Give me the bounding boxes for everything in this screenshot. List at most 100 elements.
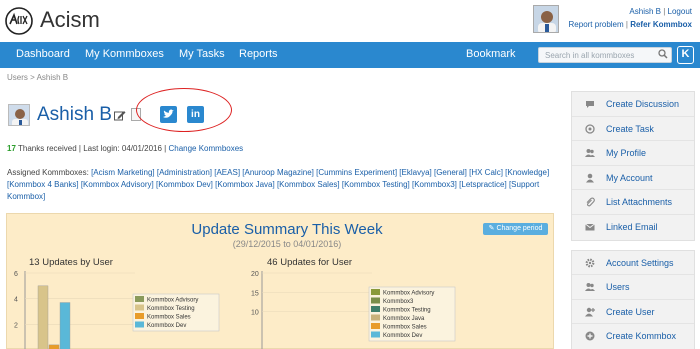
profile-avatar <box>8 104 30 126</box>
annotation-oval <box>136 88 232 132</box>
user-photo[interactable] <box>533 5 559 33</box>
assigned-kommbox-link[interactable]: [Knowledge] <box>505 168 549 177</box>
target-icon <box>585 123 595 134</box>
assigned-kommbox-link[interactable]: [Administration] <box>157 168 212 177</box>
chart-legend-label: Kommbox Sales <box>147 315 191 321</box>
sidebar-item-linked-email[interactable]: Linked Email <box>572 215 694 240</box>
assigned-list: [Acism Marketing] [Administration] [AEAS… <box>7 168 549 201</box>
assigned-kommbox-link[interactable]: [Anuroop Magazine] <box>242 168 314 177</box>
sidebar-group-admin: Account Settings Users Create User Creat… <box>571 249 695 349</box>
email-icon <box>585 223 595 231</box>
kommbox-k-icon[interactable]: K <box>677 46 694 64</box>
sidebar-item-create-discussion[interactable]: Create Discussion <box>572 92 694 117</box>
assigned-kommbox-link[interactable]: [Kommbox Java] <box>215 180 275 189</box>
assigned-kommbox-link[interactable]: [AEAS] <box>214 168 240 177</box>
refer-kommbox-link[interactable]: Refer Kommbox <box>630 20 692 29</box>
report-problem-link[interactable]: Report problem <box>569 20 624 29</box>
breadcrumb: Users > Ashish B <box>7 73 69 82</box>
sidebar-item-label: Create Task <box>606 123 654 134</box>
search-input[interactable]: Search in all kommboxes <box>538 47 672 63</box>
main-nav: Dashboard My Kommboxes My Tasks Reports … <box>0 42 700 68</box>
chart-bar <box>48 344 60 349</box>
sidebar-item-label: My Profile <box>606 148 647 159</box>
change-kommboxes-link[interactable]: Change Kommboxes <box>168 144 243 153</box>
chart-legend-swatch <box>371 323 380 329</box>
assigned-kommbox-link[interactable]: [HX Calc] <box>469 168 503 177</box>
assigned-kommbox-link[interactable]: [Kommbox Advisory] <box>81 180 154 189</box>
assigned-kommbox-link[interactable]: [Letspractice] <box>459 180 507 189</box>
nav-dashboard[interactable]: Dashboard <box>16 48 70 60</box>
assigned-kommbox-link[interactable]: [Cummins Experiment] <box>316 168 397 177</box>
assigned-kommbox-link[interactable]: [Acism Marketing] <box>91 168 155 177</box>
assigned-kommbox-link[interactable]: [Eklavya] <box>399 168 431 177</box>
chart-legend-label: Kommbox Dev <box>147 323 186 329</box>
sidebar-item-label: Create User <box>606 306 655 317</box>
separator: | <box>625 20 628 29</box>
sidebar-item-create-task[interactable]: Create Task <box>572 117 694 142</box>
linkedin-icon[interactable]: in <box>187 106 204 123</box>
edit-icon[interactable] <box>114 110 126 121</box>
assigned-kommbox-link[interactable]: [Kommbox3] <box>412 180 457 189</box>
nav-my-kommboxes[interactable]: My Kommboxes <box>85 48 164 60</box>
sidebar-item-label: Linked Email <box>606 221 658 232</box>
assigned-kommbox-link[interactable]: [Kommbox 4 Banks] <box>7 180 79 189</box>
thanks-count: 17 <box>7 144 16 153</box>
sidebar-item-label: Account Settings <box>606 257 674 268</box>
chart-legend-swatch <box>371 289 380 295</box>
thanks-text: Thanks received | Last login: 04/01/2016… <box>17 144 167 153</box>
chart-legend-swatch <box>371 297 380 304</box>
search-icon[interactable] <box>658 49 668 59</box>
assigned-kommbox-link[interactable]: [Kommbox Sales] <box>277 180 340 189</box>
bookmark-link[interactable]: Bookmark <box>466 48 516 60</box>
sidebar-item-users[interactable]: Users <box>572 275 694 300</box>
chart-bar <box>37 285 49 349</box>
app-root: Acism Ashish B | Logout Report problem |… <box>0 0 700 349</box>
profile-name: Ashish B <box>37 104 112 125</box>
chart-legend-label: Kommbox Testing <box>147 306 195 312</box>
chart-legend-swatch <box>135 304 144 311</box>
user-icon <box>586 173 594 183</box>
assigned-kommboxes: Assigned Kommboxes: [Acism Marketing] [A… <box>7 167 557 203</box>
chart-legend-swatch <box>371 314 380 321</box>
sidebar-item-my-account[interactable]: My Account <box>572 166 694 191</box>
chart-tick-label: 2 <box>14 322 18 329</box>
logout-link[interactable]: Logout <box>668 7 692 16</box>
sidebar-item-label: Create Discussion <box>606 99 680 109</box>
sidebar-item-list-attachments[interactable]: List Attachments <box>572 190 694 215</box>
chart-tick-label: 20 <box>251 271 259 278</box>
nav-reports[interactable]: Reports <box>239 48 278 60</box>
chart-legend-swatch <box>135 296 144 302</box>
user-plus-icon <box>585 307 595 317</box>
chart-legend-label: Kommbox Sales <box>383 325 427 331</box>
user-links: Ashish B | Logout Report problem | Refer… <box>560 5 692 31</box>
update-summary-panel: Update Summary This Week (29/12/2015 to … <box>6 213 554 349</box>
acism-logo-icon[interactable] <box>5 7 33 35</box>
user-avatar-icon <box>534 6 558 32</box>
chart-bar <box>59 302 71 349</box>
assigned-label: Assigned Kommboxes: <box>7 168 89 177</box>
chart-tick-label: 15 <box>251 290 259 297</box>
chart-tick-label: 6 <box>14 271 18 278</box>
paperclip-icon <box>586 197 595 207</box>
gear-icon <box>585 258 595 267</box>
assigned-kommbox-link[interactable]: [General] <box>434 168 467 177</box>
chart-tick-label: 4 <box>14 297 18 304</box>
chart-legend-label: Kommbox3 <box>383 299 414 305</box>
assigned-kommbox-link[interactable]: [Kommbox Dev] <box>156 180 213 189</box>
sidebar-item-label: Users <box>606 282 630 293</box>
twitter-icon[interactable] <box>160 106 177 123</box>
separator: | <box>663 7 666 16</box>
chart-legend-swatch <box>135 321 144 328</box>
sidebar-item-account-settings[interactable]: Account Settings <box>572 251 694 276</box>
chart-legend-swatch <box>371 331 380 338</box>
sidebar-item-create-kommbox[interactable]: Create Kommbox <box>572 324 694 349</box>
nav-my-tasks[interactable]: My Tasks <box>179 48 225 60</box>
assigned-kommbox-link[interactable]: [Kommbox Testing] <box>342 180 410 189</box>
chart-legend-swatch <box>371 306 380 312</box>
sidebar-item-my-profile[interactable]: My Profile <box>572 141 694 166</box>
app-title: Acism <box>40 7 100 32</box>
sidebar-item-create-user[interactable]: Create User <box>572 300 694 325</box>
user-name-link[interactable]: Ashish B <box>629 7 661 16</box>
sidebar-item-label: List Attachments <box>606 197 673 208</box>
sidebar: Create Discussion Create Task My Profile… <box>571 91 695 349</box>
